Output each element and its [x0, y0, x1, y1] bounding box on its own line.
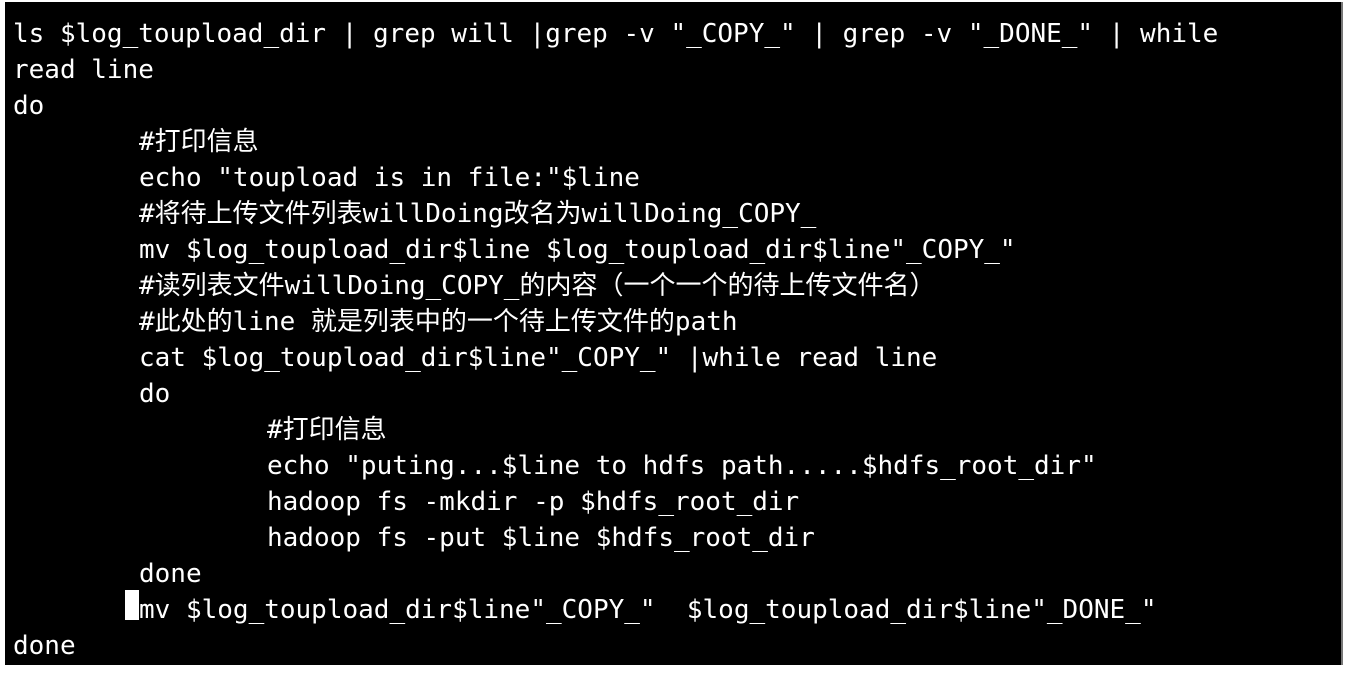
terminal-line: done — [139, 559, 202, 589]
terminal-line: cat $log_toupload_dir$line"_COPY_" |whil… — [139, 343, 938, 373]
terminal-console[interactable]: ls $log_toupload_dir | grep will |grep -… — [5, 2, 1343, 665]
terminal-line: echo "toupload is in file:"$line — [139, 163, 640, 193]
terminal-line: #打印信息 — [267, 415, 387, 445]
terminal-line: #将待上传文件列表willDoing改名为willDoing_COPY_ — [139, 199, 817, 229]
terminal-line: #此处的line 就是列表中的一个待上传文件的path — [139, 307, 738, 337]
terminal-line: #打印信息 — [139, 127, 259, 157]
terminal-line: mv $log_toupload_dir$line"_COPY_" $log_t… — [139, 595, 1157, 625]
terminal-line: hadoop fs -mkdir -p $hdfs_root_dir — [267, 487, 800, 517]
terminal-line: ls $log_toupload_dir | grep will |grep -… — [13, 19, 1219, 49]
terminal-line: echo "puting...$line to hdfs path.....$h… — [267, 451, 1097, 481]
terminal-line: #读列表文件willDoing_COPY_的内容（一个一个的待上传文件名） — [139, 271, 936, 301]
terminal-window: ls $log_toupload_dir | grep will |grep -… — [0, 0, 1346, 683]
terminal-line: do — [139, 379, 171, 409]
terminal-line: do — [13, 91, 45, 121]
text-cursor — [125, 590, 139, 620]
terminal-line: mv $log_toupload_dir$line $log_toupload_… — [139, 235, 1016, 265]
terminal-line: done — [13, 631, 76, 661]
terminal-line: read line — [13, 55, 154, 85]
terminal-line: hadoop fs -put $line $hdfs_root_dir — [267, 523, 815, 553]
